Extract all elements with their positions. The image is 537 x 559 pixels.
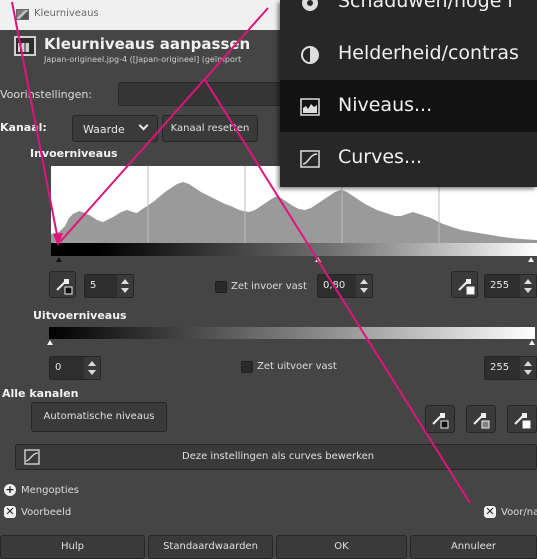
eyedropper-gray-icon: [473, 413, 490, 429]
output-high-spinner[interactable]: 255: [484, 356, 537, 380]
menu-item-label: Schaduwen/hoge l: [338, 0, 513, 12]
input-gamma-spinner[interactable]: 0,80: [317, 274, 373, 298]
dialog-heading: Kleurniveaus aanpassen: [44, 35, 251, 53]
menu-item-label: Helderheid/contras: [338, 42, 519, 64]
input-gradient-bar: [51, 243, 537, 256]
lock-output-checkbox[interactable]: [241, 361, 253, 373]
spinner-arrows-icon[interactable]: [84, 357, 100, 379]
output-high-value: 255: [490, 362, 510, 373]
menu-item-label: Curves...: [338, 146, 423, 168]
all-gray-picker-button[interactable]: [466, 405, 496, 433]
edit-as-curves-label: Deze instellingen als curves bewerken: [182, 451, 375, 462]
input-levels-label: Invoerniveaus: [30, 147, 118, 160]
gimp-app-icon: [16, 9, 29, 20]
dialog-subheading: Japan-origineel.jpg-4 ([Japan-origineel]…: [44, 55, 242, 64]
input-low-value: 5: [90, 280, 97, 291]
colors-popup-menu: Schaduwen/hoge l Helderheid/contras Nive…: [280, 0, 537, 187]
curves-icon: [24, 449, 40, 465]
preview-checkbox[interactable]: ✕: [4, 506, 16, 518]
all-white-picker-button[interactable]: [507, 405, 537, 433]
output-high-handle[interactable]: [529, 340, 535, 345]
levels-icon: [300, 98, 320, 116]
blend-options-label[interactable]: Mengopties: [21, 485, 79, 496]
presets-combo[interactable]: [118, 82, 288, 106]
auto-levels-button[interactable]: Automatische niveaus: [31, 402, 167, 432]
eyedropper-white-icon: [514, 413, 531, 429]
menu-item-curves[interactable]: Curves...: [280, 132, 537, 184]
curves-icon: [300, 150, 320, 168]
channel-label: Kanaal:: [0, 121, 47, 134]
shadows-highlights-icon: [302, 0, 318, 11]
input-gamma-value: 0,80: [323, 280, 346, 291]
spinner-arrows-icon[interactable]: [520, 275, 536, 297]
output-low-handle[interactable]: [47, 340, 53, 345]
input-high-value: 255: [490, 280, 510, 291]
presets-label: Voorinstellingen:: [0, 88, 93, 101]
reset-channel-button[interactable]: Kanaal resetten: [162, 115, 258, 142]
output-gradient-bar: [49, 327, 535, 339]
lock-input-checkbox[interactable]: [215, 281, 227, 293]
input-low-handle[interactable]: [56, 257, 62, 262]
output-levels-label: Uitvoerniveaus: [33, 309, 127, 322]
defaults-button[interactable]: Standaardwaarden: [148, 535, 273, 559]
eyedropper-black-icon: [432, 413, 449, 429]
all-black-picker-button[interactable]: [425, 405, 455, 433]
expand-plus-icon[interactable]: +: [4, 484, 16, 496]
input-high-spinner[interactable]: 255: [484, 274, 537, 298]
split-view-checkbox[interactable]: ✕: [484, 506, 496, 518]
channel-select-value: Waarde: [83, 123, 125, 136]
spinner-arrows-icon[interactable]: [117, 275, 133, 297]
menu-item-brightness-contrast[interactable]: Helderheid/contras: [280, 28, 537, 80]
menu-item-label: Niveaus...: [338, 94, 433, 116]
help-button[interactable]: Hulp: [0, 535, 145, 559]
black-point-picker-button[interactable]: [49, 271, 76, 298]
split-view-label: Voor/na: [501, 507, 537, 518]
eyedropper-white-icon: [458, 279, 475, 295]
brightness-contrast-icon: [301, 46, 319, 64]
edit-as-curves-button[interactable]: Deze instellingen als curves bewerken: [15, 444, 537, 470]
window-title: Kleurniveaus: [34, 8, 99, 19]
levels-icon: [14, 36, 36, 56]
output-low-spinner[interactable]: 0: [49, 356, 101, 380]
ok-button[interactable]: OK: [276, 535, 407, 559]
preview-label: Voorbeeld: [21, 507, 72, 518]
all-channels-label: Alle kanalen: [2, 387, 79, 400]
spinner-arrows-icon[interactable]: [356, 275, 372, 297]
channel-select[interactable]: Waarde: [72, 115, 158, 142]
white-point-picker-button[interactable]: [451, 271, 478, 298]
eyedropper-black-icon: [56, 279, 73, 295]
lock-output-label: Zet uitvoer vast: [257, 361, 337, 372]
input-high-handle[interactable]: [528, 257, 534, 262]
lock-input-label: Zet invoer vast: [231, 281, 307, 292]
menu-item-shadows-highlights[interactable]: Schaduwen/hoge l: [280, 0, 537, 28]
output-low-value: 0: [55, 362, 62, 373]
input-low-spinner[interactable]: 5: [84, 274, 134, 298]
spinner-arrows-icon[interactable]: [520, 357, 536, 379]
input-gamma-handle[interactable]: [315, 257, 321, 262]
chevron-down-icon: [138, 120, 149, 131]
cancel-button[interactable]: Annuleer: [410, 535, 537, 559]
menu-item-levels[interactable]: Niveaus...: [280, 80, 537, 132]
